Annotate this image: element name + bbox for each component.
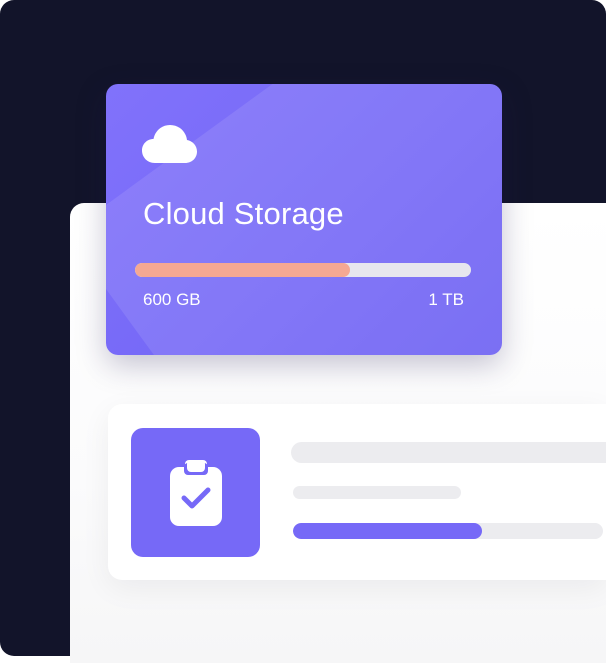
storage-total-label: 1 TB (428, 290, 464, 309)
task-title-placeholder (291, 442, 606, 463)
task-card (108, 404, 606, 580)
storage-title: Cloud Storage (143, 196, 344, 231)
clipboard-check-icon (169, 459, 222, 526)
task-progress-bar (293, 523, 603, 539)
task-subtitle-placeholder (293, 486, 461, 499)
cloud-icon (142, 125, 197, 163)
cloud-storage-card: Cloud Storage 600 GB 1 TB (106, 84, 502, 355)
storage-usage-bar (135, 263, 471, 277)
task-progress-fill (293, 523, 483, 539)
storage-usage-fill (135, 263, 351, 277)
storage-used-label: 600 GB (143, 290, 201, 309)
task-icon-tile (131, 428, 260, 557)
